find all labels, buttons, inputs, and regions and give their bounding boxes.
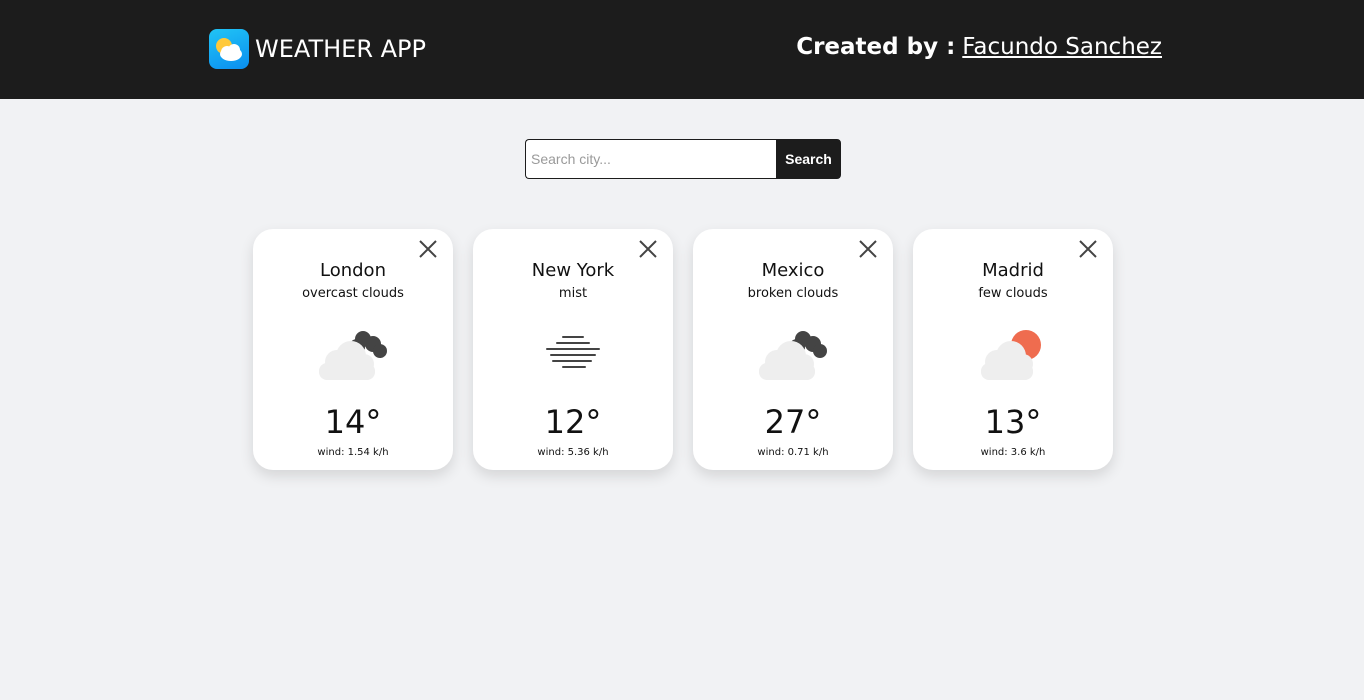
search-input[interactable] (525, 139, 776, 179)
temperature: 14° (324, 403, 382, 441)
wind-speed: wind: 5.36 k/h (537, 447, 609, 458)
close-icon[interactable] (419, 240, 437, 258)
credits: Created by : Facundo Sanchez (796, 34, 1162, 60)
temperature: 12° (544, 403, 602, 441)
weather-description: few clouds (978, 286, 1048, 301)
mist-icon (533, 325, 613, 381)
app-title: WEATHER APP (255, 35, 426, 63)
broken-clouds-icon (753, 325, 833, 381)
wind-speed: wind: 3.6 k/h (980, 447, 1046, 458)
weather-description: mist (558, 286, 588, 301)
city-name: Mexico (761, 260, 825, 281)
weather-cards: London overcast clouds 14° wind: 1.54 k/… (253, 229, 1113, 470)
weather-description: broken clouds (747, 286, 839, 301)
author-link[interactable]: Facundo Sanchez (962, 34, 1162, 60)
overcast-clouds-icon (313, 325, 393, 381)
weather-card: New York mist 12° wind: 5.36 k/h (473, 229, 673, 470)
city-name: New York (531, 260, 615, 281)
wind-speed: wind: 1.54 k/h (317, 447, 389, 458)
weather-app-logo-icon (209, 29, 249, 69)
weather-card: Madrid few clouds 13° wind: 3.6 k/h (913, 229, 1113, 470)
wind-speed: wind: 0.71 k/h (757, 447, 829, 458)
credit-prefix: Created by : (796, 34, 956, 60)
temperature: 13° (984, 403, 1042, 441)
search-bar: Search (525, 139, 841, 179)
search-button[interactable]: Search (776, 139, 841, 179)
weather-card: Mexico broken clouds 27° wind: 0.71 k/h (693, 229, 893, 470)
city-name: Madrid (982, 260, 1044, 281)
city-name: London (320, 260, 386, 281)
temperature: 27° (764, 403, 822, 441)
weather-card: London overcast clouds 14° wind: 1.54 k/… (253, 229, 453, 470)
few-clouds-icon (973, 325, 1053, 381)
brand[interactable]: WEATHER APP (209, 29, 426, 69)
close-icon[interactable] (1079, 240, 1097, 258)
close-icon[interactable] (859, 240, 877, 258)
close-icon[interactable] (639, 240, 657, 258)
weather-description: overcast clouds (302, 286, 404, 301)
navbar: WEATHER APP Created by : Facundo Sanchez (0, 0, 1364, 99)
